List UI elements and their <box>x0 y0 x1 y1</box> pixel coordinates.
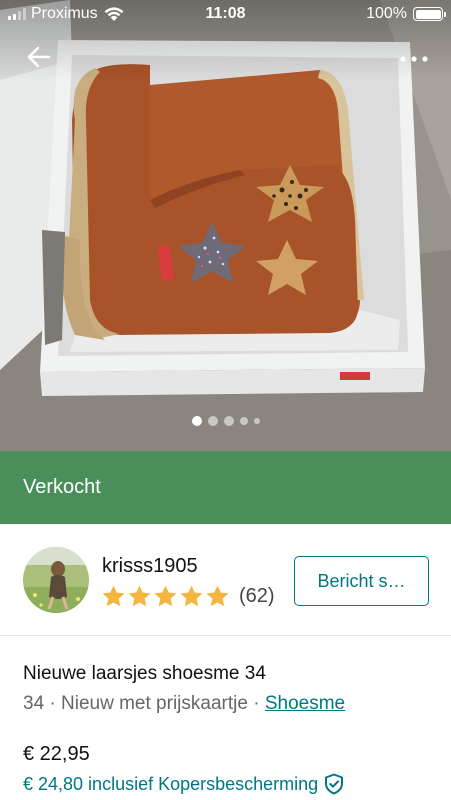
back-button[interactable] <box>22 40 56 74</box>
protection-price-label: € 24,80 inclusief Kopersbescherming <box>23 773 319 794</box>
star-icon <box>102 585 125 607</box>
arrow-left-icon <box>27 46 51 68</box>
review-count[interactable]: (62) <box>239 585 275 608</box>
sold-banner: Verkocht <box>0 451 451 524</box>
gallery-dot[interactable] <box>207 416 218 426</box>
battery-percent: 100% <box>366 5 407 22</box>
meta-separator: · <box>253 693 260 714</box>
seller-username[interactable]: krisss1905 <box>102 555 198 578</box>
seller-rating <box>101 584 230 609</box>
shield-check-icon <box>325 773 344 795</box>
seller-row[interactable]: krisss1905 (62) Bericht s… <box>0 524 451 636</box>
item-condition: Nieuw met prijskaartje <box>61 693 248 714</box>
avatar[interactable] <box>23 547 89 613</box>
item-price: € 22,95 <box>23 743 90 765</box>
gallery-dot[interactable] <box>191 416 202 426</box>
status-right: 100% <box>366 5 446 23</box>
star-icon <box>180 585 203 607</box>
seller-avatar-image <box>23 547 89 613</box>
item-title: Nieuwe laarsjes shoesme 34 <box>23 663 266 684</box>
gallery-pagination <box>0 416 451 426</box>
item-brand-link[interactable]: Shoesme <box>265 693 345 714</box>
battery-icon <box>413 7 446 21</box>
gallery-dot[interactable] <box>223 416 234 426</box>
item-photo[interactable]: Proximus 11:08 100% <box>0 0 451 451</box>
item-meta: 34 · Nieuw met prijskaartje · Shoesme <box>23 693 345 715</box>
gallery-dot[interactable] <box>239 417 248 425</box>
sold-label: Verkocht <box>23 476 101 498</box>
star-icon <box>128 585 151 607</box>
message-seller-button[interactable]: Bericht s… <box>294 556 429 606</box>
more-horizontal-icon <box>400 56 428 62</box>
meta-separator: · <box>49 693 56 714</box>
more-options-button[interactable] <box>397 44 431 74</box>
item-size: 34 <box>23 693 45 714</box>
buyer-protection-price[interactable]: € 24,80 inclusief Kopersbescherming <box>23 773 344 795</box>
status-bar: Proximus 11:08 100% <box>0 0 451 30</box>
item-detail-screen: Proximus 11:08 100% Verkocht krisss1905 … <box>0 0 451 800</box>
gallery-dot[interactable] <box>253 418 260 424</box>
star-icon <box>206 585 229 607</box>
star-icon <box>154 585 177 607</box>
